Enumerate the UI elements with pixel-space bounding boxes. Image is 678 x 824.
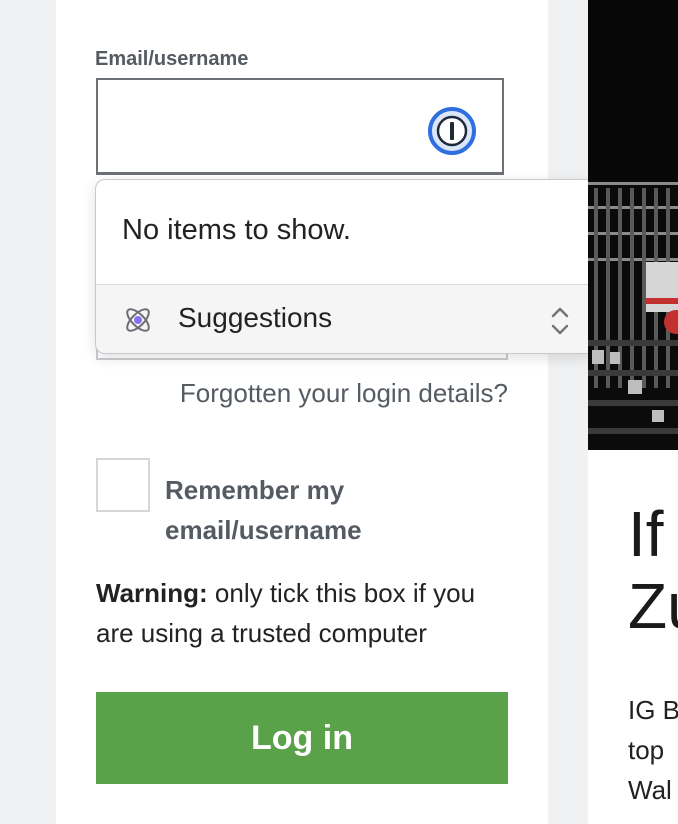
chevron-updown-icon <box>549 305 571 337</box>
password-manager-icon[interactable] <box>428 107 476 155</box>
remember-checkbox[interactable] <box>96 458 150 512</box>
article-heading[interactable]: If Zu <box>628 498 678 642</box>
login-button[interactable]: Log in <box>96 692 508 784</box>
hero-image <box>588 0 678 450</box>
forgot-login-link[interactable]: Forgotten your login details? <box>96 378 508 409</box>
suggestions-label: Suggestions <box>178 302 333 333</box>
article-teaser: IG B top Wal <box>628 695 678 805</box>
article-panel: If Zu IG B top Wal <box>588 0 678 824</box>
empty-message: No items to show. <box>122 214 351 246</box>
remember-label[interactable]: Remember my email/username <box>165 470 485 550</box>
suggestions-selector[interactable]: Suggestions <box>96 284 595 353</box>
autofill-popup: No items to show. Suggestions <box>95 179 596 354</box>
warning-text: Warning: only tick this box if you are u… <box>96 573 516 653</box>
suggestions-icon <box>120 302 156 338</box>
warning-strong: Warning: <box>96 578 208 608</box>
email-label: Email/username <box>95 48 249 70</box>
